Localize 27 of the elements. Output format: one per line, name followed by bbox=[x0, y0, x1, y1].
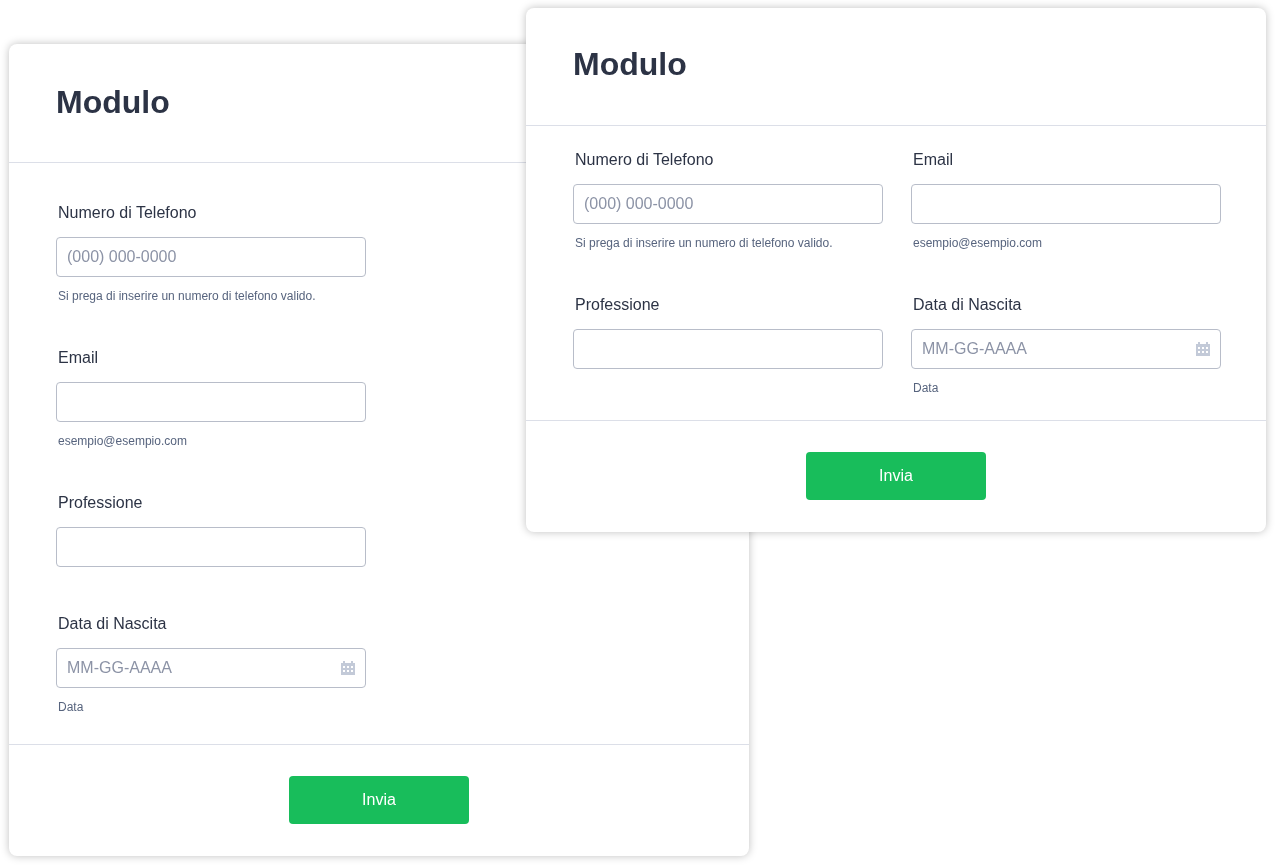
input-field[interactable]: (000) 000-0000 bbox=[56, 237, 366, 277]
field-label: Professione bbox=[574, 295, 660, 315]
field-label: Data di Nascita bbox=[57, 614, 167, 634]
input-field[interactable] bbox=[56, 382, 366, 422]
input-field[interactable] bbox=[911, 184, 1221, 224]
calendar-icon[interactable] bbox=[1195, 341, 1211, 357]
input-field[interactable] bbox=[56, 527, 366, 567]
field-label: Email bbox=[57, 348, 98, 368]
submit-button[interactable]: Invia bbox=[289, 776, 469, 824]
field-hint: esempio@esempio.com bbox=[57, 433, 188, 449]
field-hint: Si prega di inserire un numero di telefono valido. bbox=[574, 235, 834, 251]
date-field[interactable]: MM-GG-AAAA bbox=[911, 329, 1221, 369]
field-hint: Data bbox=[912, 380, 940, 396]
input-field[interactable] bbox=[573, 329, 883, 369]
field-label: Data di Nascita bbox=[912, 295, 1022, 315]
form-title: Modulo bbox=[573, 45, 688, 84]
field-hint: Data bbox=[57, 699, 85, 715]
form-title: Modulo bbox=[56, 83, 171, 122]
calendar-icon[interactable] bbox=[340, 660, 356, 676]
field-label: Email bbox=[912, 150, 953, 170]
field-label: Numero di Telefono bbox=[57, 203, 197, 223]
field-label: Numero di Telefono bbox=[574, 150, 714, 170]
date-field[interactable]: MM-GG-AAAA bbox=[56, 648, 366, 688]
field-hint: esempio@esempio.com bbox=[912, 235, 1043, 251]
field-label: Professione bbox=[57, 493, 143, 513]
submit-button[interactable]: Invia bbox=[806, 452, 986, 500]
input-field[interactable]: (000) 000-0000 bbox=[573, 184, 883, 224]
